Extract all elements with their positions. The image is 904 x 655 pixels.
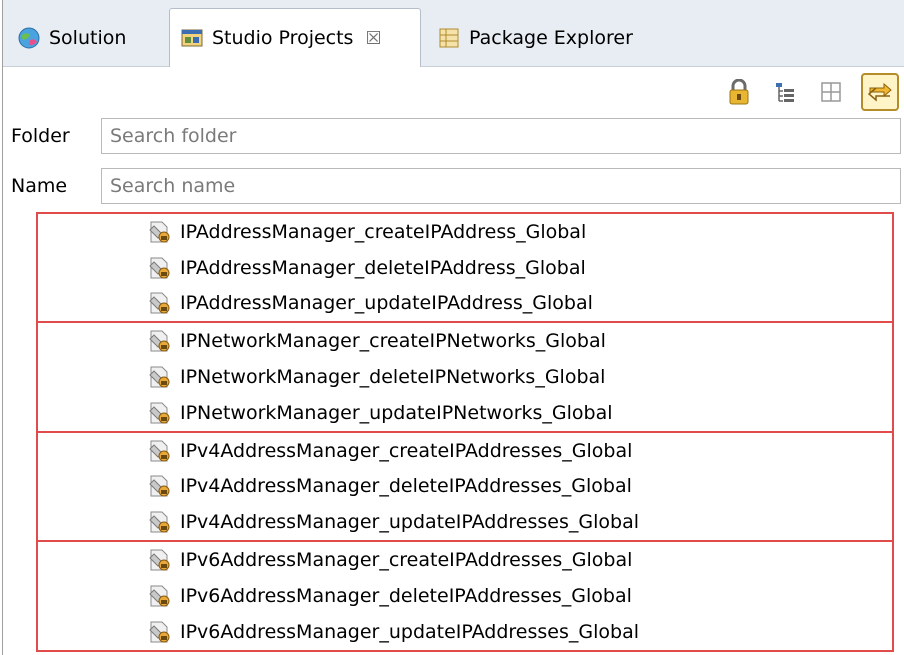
tab-label: Package Explorer: [469, 27, 633, 49]
tab-label: Solution: [49, 27, 127, 49]
list-item-label: IPNetworkManager_createIPNetworks_Global: [180, 330, 606, 353]
list-item[interactable]: IPv6AddressManager_deleteIPAddresses_Glo…: [38, 578, 892, 614]
service-file-icon: [149, 257, 170, 279]
globe-icon: [18, 27, 40, 49]
studio-projects-icon: [181, 29, 203, 47]
tab-solution[interactable]: Solution: [7, 10, 167, 66]
view-toolbar: [723, 72, 899, 112]
list-item-label: IPAddressManager_createIPAddress_Global: [180, 220, 587, 243]
list-item[interactable]: IPv6AddressManager_createIPAddresses_Glo…: [38, 542, 892, 578]
folder-label: Folder: [11, 125, 70, 147]
list-item[interactable]: IPv4AddressManager_deleteIPAddresses_Glo…: [38, 469, 892, 505]
search-folder-input[interactable]: [101, 118, 901, 154]
list-item-label: IPv4AddressManager_deleteIPAddresses_Glo…: [180, 475, 632, 498]
service-file-icon: [149, 475, 170, 497]
list-item[interactable]: IPAddressManager_updateIPAddress_Global: [38, 286, 892, 322]
list-item-label: IPv6AddressManager_createIPAddresses_Glo…: [180, 549, 633, 572]
folder-search-row: Folder: [11, 118, 901, 154]
list-item[interactable]: IPAddressManager_deleteIPAddress_Global: [38, 250, 892, 286]
list-item-label: IPNetworkManager_deleteIPNetworks_Global: [180, 366, 606, 389]
list-item[interactable]: IPAddressManager_createIPAddress_Global: [38, 214, 892, 250]
service-file-icon: [149, 440, 170, 462]
link-with-editor-icon: [867, 82, 892, 102]
service-file-icon: [149, 402, 170, 424]
close-icon[interactable]: ☒: [365, 28, 381, 49]
list-item-label: IPv4AddressManager_updateIPAddresses_Glo…: [180, 511, 639, 534]
list-item[interactable]: IPv4AddressManager_updateIPAddresses_Glo…: [38, 504, 892, 540]
package-explorer-icon: [439, 28, 459, 48]
service-file-icon: [149, 621, 170, 643]
service-file-icon: [149, 330, 170, 352]
list-item[interactable]: IPv6AddressManager_updateIPAddresses_Glo…: [38, 614, 892, 650]
name-label: Name: [11, 175, 68, 197]
grid-icon: [821, 82, 841, 102]
list-item-label: IPAddressManager_deleteIPAddress_Global: [180, 256, 586, 279]
service-file-icon: [149, 292, 170, 314]
service-file-icon: [149, 221, 170, 243]
list-item[interactable]: IPNetworkManager_updateIPNetworks_Global: [38, 395, 892, 431]
service-file-icon: [149, 585, 170, 607]
service-group: IPv6AddressManager_createIPAddresses_Glo…: [36, 540, 894, 652]
lock-icon: [729, 79, 749, 105]
tab-label: Studio Projects: [212, 27, 354, 49]
link-with-editor-button[interactable]: [861, 73, 899, 111]
service-group: IPNetworkManager_createIPNetworks_Global…: [36, 321, 894, 433]
list-item-label: IPv6AddressManager_deleteIPAddresses_Glo…: [180, 584, 632, 607]
service-file-icon: [149, 366, 170, 388]
service-file-icon: [149, 511, 170, 533]
list-item-label: IPv4AddressManager_createIPAddresses_Glo…: [180, 439, 633, 462]
tab-bar: Solution Studio Projects ☒ Package Explo…: [3, 0, 904, 67]
hierarchy-button[interactable]: [769, 76, 801, 108]
service-group: IPAddressManager_createIPAddress_Global I…: [36, 212, 894, 324]
list-item-label: IPv6AddressManager_updateIPAddresses_Glo…: [180, 620, 639, 643]
list-item[interactable]: IPNetworkManager_deleteIPNetworks_Global: [38, 359, 892, 395]
lock-button[interactable]: [723, 76, 755, 108]
service-group: IPv4AddressManager_createIPAddresses_Glo…: [36, 430, 894, 543]
list-item-label: IPAddressManager_updateIPAddress_Global: [180, 292, 593, 315]
list-item-label: IPNetworkManager_updateIPNetworks_Global: [180, 401, 613, 424]
search-name-input[interactable]: [101, 168, 901, 204]
list-item[interactable]: IPv4AddressManager_createIPAddresses_Glo…: [38, 433, 892, 469]
service-file-icon: [149, 549, 170, 571]
service-list: IPAddressManager_createIPAddress_Global I…: [36, 212, 894, 652]
hierarchy-icon: [776, 83, 794, 102]
tab-package-explorer[interactable]: Package Explorer: [427, 10, 687, 66]
list-item[interactable]: IPNetworkManager_createIPNetworks_Global: [38, 323, 892, 359]
grid-button[interactable]: [815, 76, 847, 108]
tab-studio-projects[interactable]: Studio Projects ☒: [169, 8, 421, 67]
studio-projects-view: Solution Studio Projects ☒ Package Explo…: [2, 0, 904, 655]
name-search-row: Name: [11, 168, 901, 204]
